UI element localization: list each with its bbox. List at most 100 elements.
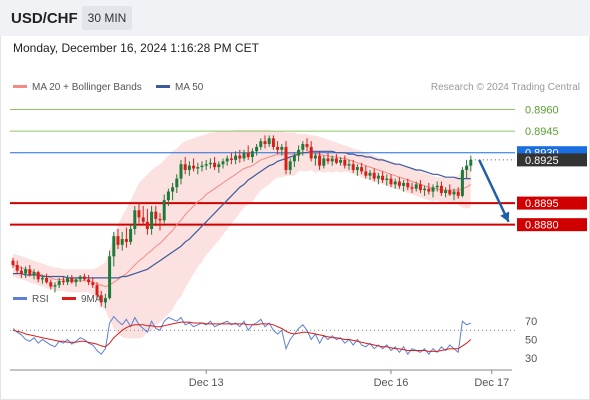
last-price-label: 0.8925 <box>525 155 559 167</box>
candle-body <box>133 210 137 229</box>
time-axis-ticks: Dec 13 Dec 16 Dec 17 <box>189 370 509 389</box>
candle-body <box>343 159 347 166</box>
candle-body <box>61 280 65 283</box>
candle-body <box>82 276 86 280</box>
candle-body <box>87 279 91 283</box>
candle-body <box>246 152 250 158</box>
candle-body <box>431 187 435 192</box>
candle-body <box>406 182 410 188</box>
candle-body <box>439 185 443 193</box>
time-axis-label: Dec 13 <box>189 377 224 389</box>
candle-body <box>166 191 170 201</box>
price-chart: 0.89600.89450.89300.89250.88950.8880 MA … <box>10 82 587 389</box>
candle-body <box>112 236 116 257</box>
support-1-label: 0.8895 <box>525 198 559 210</box>
candle-body <box>444 190 448 193</box>
ma20-legend-swatch <box>13 85 27 88</box>
candle-body <box>116 236 120 245</box>
candle-body <box>397 181 401 186</box>
candle-body <box>36 272 40 280</box>
candle-body <box>313 155 317 159</box>
candle-body <box>326 158 330 162</box>
candle-body <box>414 184 418 189</box>
candle-body <box>280 146 284 150</box>
candle-body <box>187 165 191 170</box>
candle-body <box>288 161 292 170</box>
candle-body <box>389 178 393 185</box>
candle-body <box>305 144 309 147</box>
rsi-legend-swatch <box>13 297 27 300</box>
ma9-legend-label: 9MA <box>81 294 102 305</box>
candle-body <box>347 164 351 166</box>
candle-body <box>204 164 208 166</box>
candle-body <box>372 172 376 179</box>
candle-body <box>360 167 364 172</box>
candle-body <box>179 164 183 179</box>
bollinger-bands <box>13 129 471 339</box>
bollinger-band-area <box>13 129 471 339</box>
candle-body <box>45 277 49 283</box>
candle-body <box>208 162 212 165</box>
candle-body <box>145 221 149 229</box>
candle-body <box>103 298 107 303</box>
candle-body <box>120 239 124 245</box>
candle-body <box>393 181 397 185</box>
candle-body <box>465 165 469 170</box>
candle-body <box>91 282 95 286</box>
candle-body <box>78 276 82 280</box>
candle-body <box>150 211 154 229</box>
candle-body <box>28 269 32 276</box>
candle-body <box>322 158 326 166</box>
candle-body <box>448 190 452 195</box>
candle-body <box>74 279 78 283</box>
candle-body <box>175 178 179 188</box>
candle-body <box>15 264 19 271</box>
candle-body <box>154 211 158 219</box>
ma20-legend-label: MA 20 + Bollinger Bands <box>32 82 142 93</box>
candle-body <box>297 149 301 156</box>
rsi-tick-label: 30 <box>525 353 537 365</box>
candle-body <box>351 164 355 170</box>
candle-body <box>238 155 242 159</box>
candle <box>460 167 464 198</box>
time-axis: Dec 13 Dec 16 Dec 17 <box>10 369 512 389</box>
candle-body <box>32 272 36 276</box>
candle-body <box>250 151 254 158</box>
candle-body <box>271 138 275 147</box>
candle-body <box>53 285 57 287</box>
candle-body <box>192 165 196 169</box>
candle-body <box>158 218 162 221</box>
candle-body <box>24 269 28 274</box>
candle-body <box>334 158 338 163</box>
candle-body <box>460 169 464 196</box>
candle-body <box>318 155 322 166</box>
candle-body <box>423 188 427 191</box>
candle-body <box>225 158 229 162</box>
candle-body <box>385 178 389 181</box>
time-axis-label: Dec 17 <box>474 377 509 389</box>
candle-body <box>229 158 233 160</box>
ma50-legend-swatch <box>156 85 170 88</box>
candle-body <box>213 162 217 168</box>
candle-body <box>19 270 23 274</box>
price-tags: 0.89600.89450.89300.89250.88950.8880 <box>517 105 587 232</box>
candle-body <box>418 184 422 191</box>
candle-body <box>427 188 431 192</box>
candle-body <box>292 155 296 162</box>
candle-body <box>171 187 175 192</box>
candle-body <box>263 141 267 145</box>
candle-body <box>196 167 200 169</box>
research-credit: Research © 2024 Trading Central <box>431 82 580 93</box>
candle-body <box>255 146 259 152</box>
rsi-ma9-line <box>12 321 472 352</box>
candle-body <box>452 191 456 195</box>
candle-body <box>435 185 439 188</box>
rsi-legend-label: RSI <box>32 294 49 305</box>
rsi-line <box>12 315 471 356</box>
rsi-lines <box>12 315 472 356</box>
candle-body <box>364 171 368 176</box>
candle-body <box>301 144 305 150</box>
candle-body <box>410 187 414 189</box>
candle-body <box>339 159 343 163</box>
candle-body <box>183 164 187 170</box>
